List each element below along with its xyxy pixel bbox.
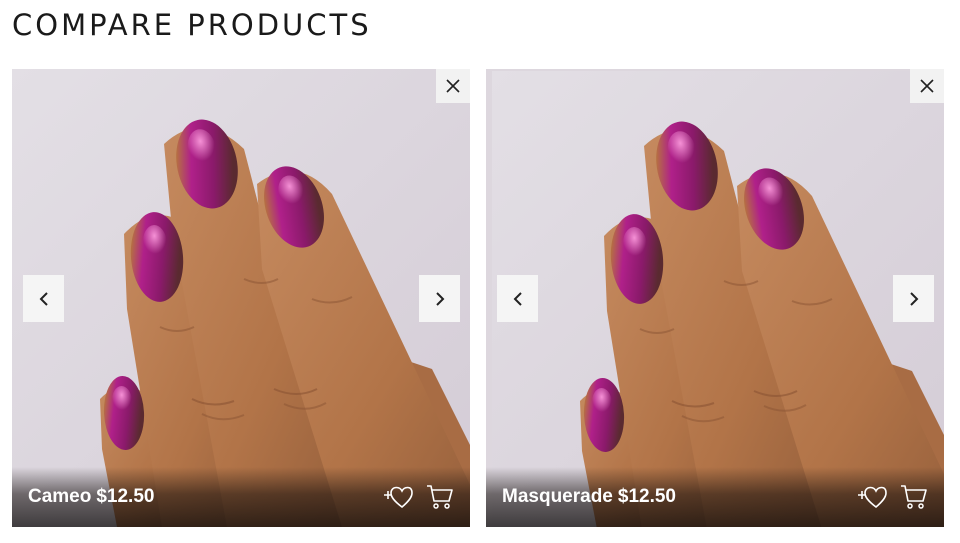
product-price: $12.50 (96, 486, 155, 507)
chevron-right-icon (435, 291, 444, 306)
product-card: Cameo $12.50 (12, 69, 470, 527)
remove-product-button[interactable] (436, 69, 470, 103)
next-image-button[interactable] (419, 275, 460, 322)
previous-image-button[interactable] (497, 275, 538, 322)
product-title[interactable]: Masquerade $12.50 (502, 486, 676, 508)
close-icon (446, 79, 460, 93)
page-title: COMPARE PRODUCTS (12, 8, 372, 42)
product-photo (491, 70, 944, 527)
product-card: Masquerade $12.50 (486, 69, 944, 527)
cart-icon (427, 485, 453, 509)
product-price: $12.50 (617, 486, 676, 507)
add-to-wishlist-button[interactable] (382, 481, 414, 513)
product-info-bar: Cameo $12.50 (12, 467, 470, 527)
heart-plus-icon (384, 486, 413, 509)
product-name: Masquerade (502, 486, 613, 507)
remove-product-button[interactable] (910, 69, 944, 103)
add-to-wishlist-button[interactable] (856, 481, 888, 513)
product-name: Cameo (28, 486, 92, 507)
next-image-button[interactable] (893, 275, 934, 322)
product-title[interactable]: Cameo $12.50 (28, 486, 154, 508)
cart-icon (901, 485, 927, 509)
add-to-cart-button[interactable] (898, 481, 930, 513)
add-to-cart-button[interactable] (424, 481, 456, 513)
heart-plus-icon (858, 486, 887, 509)
chevron-right-icon (909, 291, 918, 306)
product-photo (12, 69, 470, 527)
chevron-left-icon (39, 291, 48, 306)
previous-image-button[interactable] (23, 275, 64, 322)
chevron-left-icon (513, 291, 522, 306)
product-info-bar: Masquerade $12.50 (486, 467, 944, 527)
close-icon (920, 79, 934, 93)
